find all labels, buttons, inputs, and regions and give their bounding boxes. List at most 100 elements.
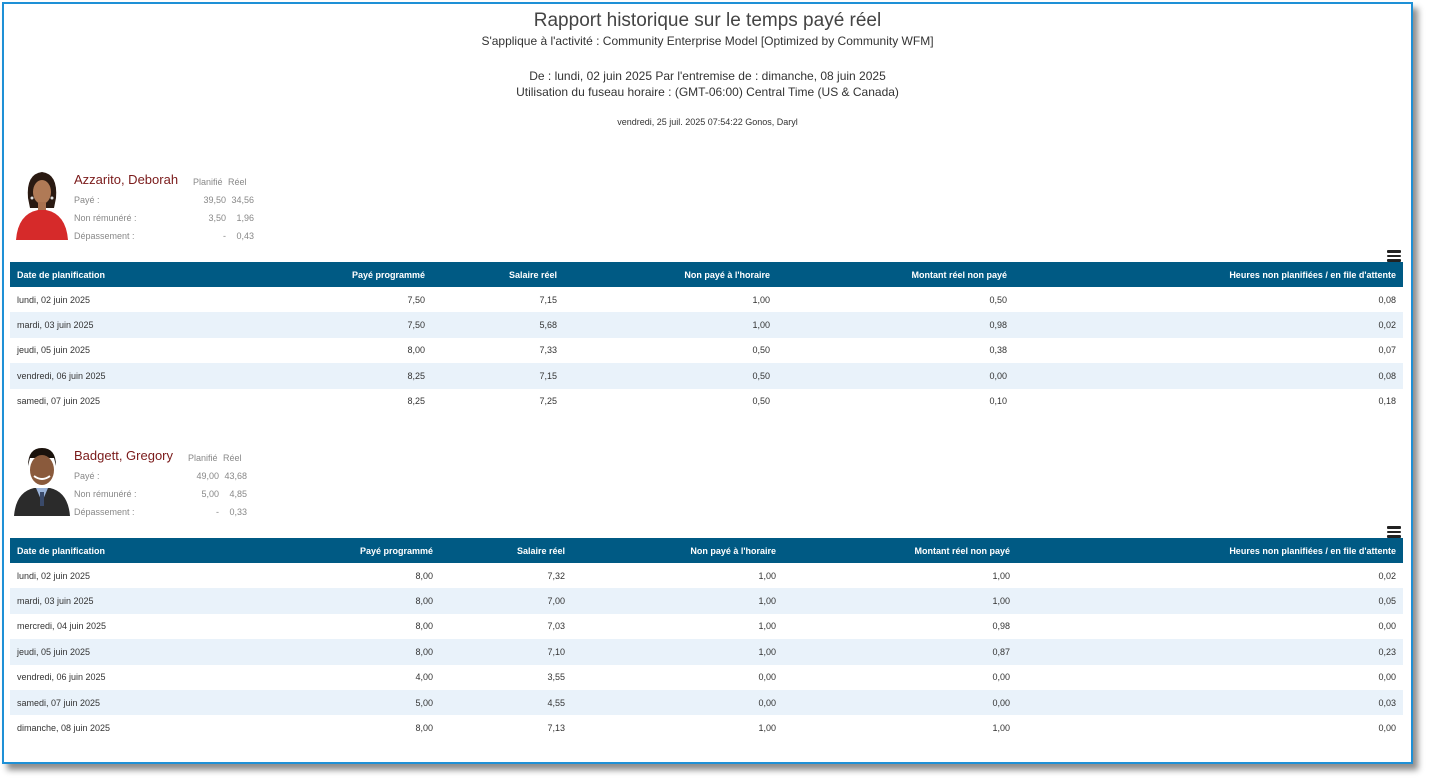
- table-row: samedi, 07 juin 2025 5,00 4,55 0,00 0,00 0,03: [10, 689, 1403, 716]
- table-row: vendredi, 06 juin 2025 8,25 7,15 0,50 0,00 0,…: [10, 363, 1403, 389]
- table-cell: mercredi, 04 juin 2025: [17, 621, 107, 632]
- table-cell: 8,00: [415, 723, 433, 734]
- col-header-scheduled-paid[interactable]: Payé programmé: [283, 538, 440, 563]
- report-subtitle: S'applique à l'activité : Community Ente…: [481, 34, 934, 48]
- summary-row: Payé : 39,50 34,56: [74, 195, 254, 205]
- employee-table: Date de planification Payé programmé Sal…: [10, 262, 1403, 414]
- table-row: vendredi, 06 juin 2025 4,00 3,55 0,00 0,00 0,…: [10, 665, 1403, 690]
- table-row: mercredi, 04 juin 2025 8,00 7,03 1,00 0,98 0,…: [10, 614, 1403, 639]
- summary-row: Payé : 49,00 43,68: [74, 471, 247, 481]
- table-cell: 8,00: [283, 588, 440, 614]
- table-row: mardi, 03 juin 2025 8,00 7,00 1,00 1,00 0,05: [10, 588, 1403, 614]
- table-cell: 7,33: [539, 345, 557, 356]
- table-cell: samedi, 07 juin 2025: [10, 689, 283, 716]
- report-title: Rapport historique sur le temps payé rée…: [533, 10, 882, 31]
- summary-row: Dépassement : - 0,33: [74, 507, 247, 517]
- employee-name: Badgett, Gregory: [74, 448, 173, 463]
- hamburger-menu-icon[interactable]: [1387, 526, 1401, 538]
- table-cell: 8,00: [415, 570, 433, 581]
- table-cell: 0,08: [1378, 294, 1396, 305]
- table-cell: 1,00: [758, 570, 776, 581]
- table-cell: 0,23: [1017, 639, 1403, 665]
- table-cell: 0,50: [752, 396, 770, 407]
- employee-table: Date de planification Payé programmé Sal…: [10, 538, 1403, 741]
- table-cell: 3,55: [547, 672, 565, 683]
- table-cell: 1,00: [758, 621, 776, 632]
- table-cell: 0,50: [989, 294, 1007, 305]
- col-header-actual-unpaid[interactable]: Montant réel non payé: [777, 262, 1014, 287]
- table-cell: 1,00: [992, 570, 1010, 581]
- avatar: [14, 168, 70, 240]
- table-cell: 0,02: [1014, 312, 1403, 338]
- table-cell: 7,10: [440, 639, 572, 665]
- table-cell: 8,25: [275, 363, 432, 389]
- summary-header-actual: Réel: [223, 453, 242, 463]
- table-cell: 7,32: [547, 570, 565, 581]
- employee-summary: Payé : 49,00 43,68 Non rémunéré : 5,00 4…: [74, 471, 247, 525]
- table-cell: 8,00: [407, 345, 425, 356]
- col-header-actual-salary[interactable]: Salaire réel: [440, 538, 572, 563]
- col-header-unplanned-hours[interactable]: Heures non planifiées / en file d'attent…: [1014, 262, 1403, 287]
- table-cell: 0,00: [783, 689, 1017, 716]
- table-cell: 0,08: [1014, 363, 1403, 389]
- table-cell: 0,98: [777, 312, 1014, 338]
- col-header-scheduled-paid[interactable]: Payé programmé: [275, 262, 432, 287]
- summary-header-planned: Planifié: [193, 177, 223, 187]
- table-cell: 0,00: [758, 672, 776, 683]
- table-cell: 8,25: [407, 396, 425, 407]
- summary-row: Non rémunéré : 5,00 4,85: [74, 489, 247, 499]
- table-cell: 7,50: [275, 312, 432, 338]
- table-cell: 0,18: [1378, 396, 1396, 407]
- table-cell: 0,00: [572, 689, 783, 716]
- table-cell: mardi, 03 juin 2025: [10, 588, 283, 614]
- table-cell: vendredi, 06 juin 2025: [17, 672, 106, 683]
- table-row: jeudi, 05 juin 2025 8,00 7,33 0,50 0,38 0,07: [10, 338, 1403, 363]
- col-header-unplanned-hours[interactable]: Heures non planifiées / en file d'attent…: [1017, 538, 1403, 563]
- report-date-range: De : lundi, 02 juin 2025 Par l'entremise…: [529, 69, 886, 83]
- table-cell: dimanche, 08 juin 2025: [17, 723, 111, 734]
- table-cell: 0,87: [783, 639, 1017, 665]
- table-cell: 0,98: [992, 621, 1010, 632]
- table-cell: 7,03: [547, 621, 565, 632]
- table-cell: 1,00: [992, 723, 1010, 734]
- table-cell: 0,10: [989, 396, 1007, 407]
- table-row: jeudi, 05 juin 2025 8,00 7,10 1,00 0,87 0,23: [10, 639, 1403, 665]
- table-cell: 7,25: [539, 396, 557, 407]
- table-cell: 0,50: [752, 345, 770, 356]
- table-cell: 0,05: [1017, 588, 1403, 614]
- table-header-row: Date de planification Payé programmé Sal…: [10, 262, 1403, 287]
- table-header-row: Date de planification Payé programmé Sal…: [10, 538, 1403, 563]
- col-header-actual-salary[interactable]: Salaire réel: [432, 262, 564, 287]
- table-cell: 0,02: [1378, 570, 1396, 581]
- col-header-date[interactable]: Date de planification: [10, 538, 283, 563]
- report-timezone: Utilisation du fuseau horaire : (GMT-06:…: [516, 85, 899, 99]
- col-header-scheduled-unpaid[interactable]: Non payé à l'horaire: [572, 538, 783, 563]
- table-cell: 1,00: [572, 639, 783, 665]
- table-cell: 0,00: [1378, 672, 1396, 683]
- table-cell: 0,00: [1378, 723, 1396, 734]
- table-cell: 7,13: [547, 723, 565, 734]
- table-cell: jeudi, 05 juin 2025: [10, 639, 283, 665]
- report-generated: vendredi, 25 juil. 2025 07:54:22 Gonos, …: [617, 117, 798, 127]
- table-cell: 7,15: [432, 363, 564, 389]
- table-cell: 7,00: [440, 588, 572, 614]
- table-cell: 4,55: [440, 689, 572, 716]
- employee-name: Azzarito, Deborah: [74, 172, 179, 187]
- summary-header-actual: Réel: [228, 177, 247, 187]
- table-cell: 4,00: [415, 672, 433, 683]
- table-cell: 1,00: [783, 588, 1017, 614]
- table-cell: 0,38: [989, 345, 1007, 356]
- table-row: dimanche, 08 juin 2025 8,00 7,13 1,00 1,00 0,…: [10, 715, 1403, 740]
- employee-summary: Payé : 39,50 34,56 Non rémunéré : 3,50 1…: [74, 195, 254, 249]
- table-cell: 1,00: [758, 723, 776, 734]
- table-cell: 1,00: [564, 312, 777, 338]
- hamburger-menu-icon[interactable]: [1387, 250, 1401, 262]
- report-frame: Rapport historique sur le temps payé rée…: [2, 2, 1413, 764]
- table-cell: 0,07: [1378, 345, 1396, 356]
- table-cell: 8,00: [415, 621, 433, 632]
- col-header-scheduled-unpaid[interactable]: Non payé à l'horaire: [564, 262, 777, 287]
- table-cell: jeudi, 05 juin 2025: [17, 345, 91, 356]
- col-header-actual-unpaid[interactable]: Montant réel non payé: [783, 538, 1017, 563]
- col-header-date[interactable]: Date de planification: [10, 262, 275, 287]
- table-cell: 7,50: [407, 294, 425, 305]
